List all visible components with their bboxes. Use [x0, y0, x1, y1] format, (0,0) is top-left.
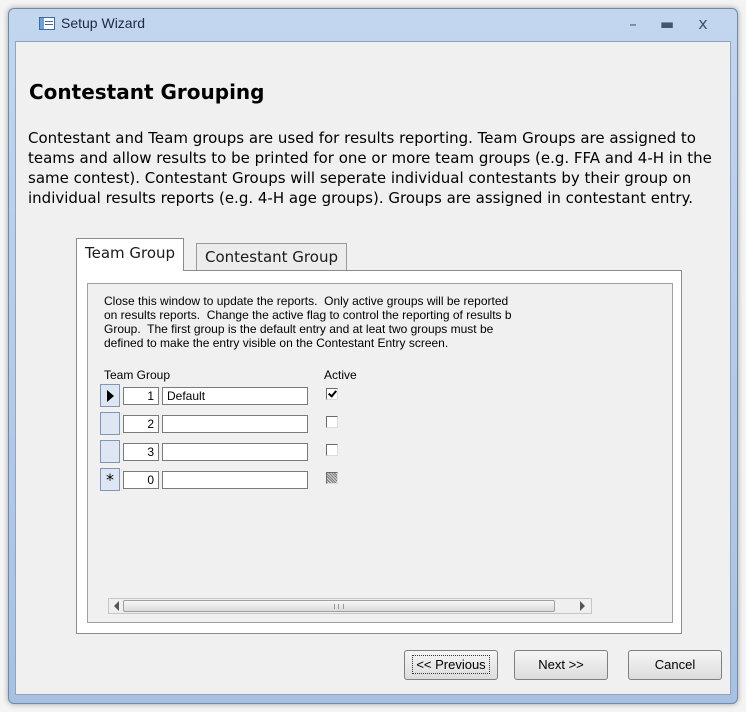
current-record-selector[interactable]	[100, 384, 120, 407]
active-checkbox[interactable]	[326, 388, 338, 400]
team-group-subform: Close this window to update the reports.…	[87, 283, 673, 623]
active-checkbox[interactable]	[326, 444, 338, 456]
maximize-button[interactable]: ▬	[653, 15, 681, 33]
group-number-field[interactable]: 1	[123, 387, 159, 405]
scroll-right-icon[interactable]	[575, 601, 589, 611]
tab-contestant-group[interactable]: Contestant Group	[196, 243, 347, 270]
group-name-field[interactable]	[162, 443, 308, 461]
active-checkbox[interactable]	[326, 472, 338, 484]
previous-button[interactable]: << Previous	[404, 650, 498, 680]
form-icon	[39, 17, 55, 30]
table-row: 3	[100, 440, 520, 464]
column-header-team-group: Team Group	[104, 368, 171, 382]
table-row-new-record: * 0	[100, 468, 520, 492]
minimize-button[interactable]: –	[619, 15, 647, 33]
record-selector[interactable]	[100, 440, 120, 463]
page-title: Contestant Grouping	[29, 80, 265, 104]
cancel-button[interactable]: Cancel	[628, 650, 722, 680]
window-title: Setup Wizard	[61, 15, 146, 31]
column-header-active: Active	[324, 368, 357, 382]
group-name-field[interactable]: Default	[162, 387, 308, 405]
group-number-field[interactable]: 0	[123, 471, 159, 489]
next-button[interactable]: Next >>	[514, 650, 608, 680]
title-bar[interactable]: Setup Wizard – ▬ x	[9, 9, 737, 41]
setup-wizard-window: Setup Wizard – ▬ x Contestant Grouping C…	[8, 8, 738, 704]
team-group-tab-panel: Close this window to update the reports.…	[76, 270, 682, 634]
wizard-body: Contestant Grouping Contestant and Team …	[15, 41, 731, 695]
intro-text: Contestant and Team groups are used for …	[28, 129, 712, 207]
previous-button-label: << Previous	[412, 655, 490, 674]
horizontal-scrollbar[interactable]	[108, 598, 592, 614]
table-row: 1 Default	[100, 384, 520, 408]
table-row: 2	[100, 412, 520, 436]
active-checkbox[interactable]	[326, 416, 338, 428]
group-number-field[interactable]: 3	[123, 443, 159, 461]
group-name-field[interactable]	[162, 415, 308, 433]
tab-team-group[interactable]: Team Group	[76, 238, 185, 271]
group-number-field[interactable]: 2	[123, 415, 159, 433]
record-selector[interactable]	[100, 412, 120, 435]
grip-icon	[334, 604, 344, 609]
close-button[interactable]: x	[689, 15, 717, 33]
new-record-selector[interactable]: *	[100, 468, 120, 491]
group-name-field[interactable]	[162, 471, 308, 489]
scroll-thumb[interactable]	[123, 600, 555, 612]
subform-instructions: Close this window to update the reports.…	[104, 294, 512, 350]
